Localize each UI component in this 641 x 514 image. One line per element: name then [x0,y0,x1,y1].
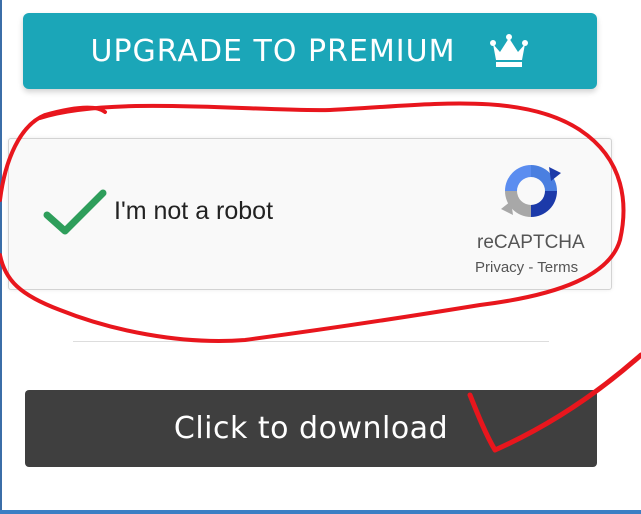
divider [73,341,549,342]
recaptcha-links: Privacy - Terms [475,259,578,276]
page: UPGRADE TO PREMIUM I'm not a robot reCAP… [0,0,641,514]
check-icon[interactable] [43,187,107,237]
crown-icon [489,34,529,68]
captcha-checkbox-label: I'm not a robot [114,197,274,225]
privacy-link[interactable]: Privacy [475,259,524,276]
download-button[interactable]: Click to download [25,390,597,467]
frame-bottom-border [0,510,641,514]
download-button-label: Click to download [173,411,449,446]
upgrade-premium-button[interactable]: UPGRADE TO PREMIUM [23,13,597,89]
recaptcha-brand-label: reCAPTCHA [477,232,585,253]
recaptcha-logo-icon [499,159,563,223]
upgrade-premium-label: UPGRADE TO PREMIUM [90,33,456,69]
terms-link[interactable]: Terms [537,259,578,276]
recaptcha-widget: I'm not a robot reCAPTCHA Privacy - Term… [8,138,612,290]
links-separator: - [528,259,534,276]
frame-left-border [0,0,2,514]
